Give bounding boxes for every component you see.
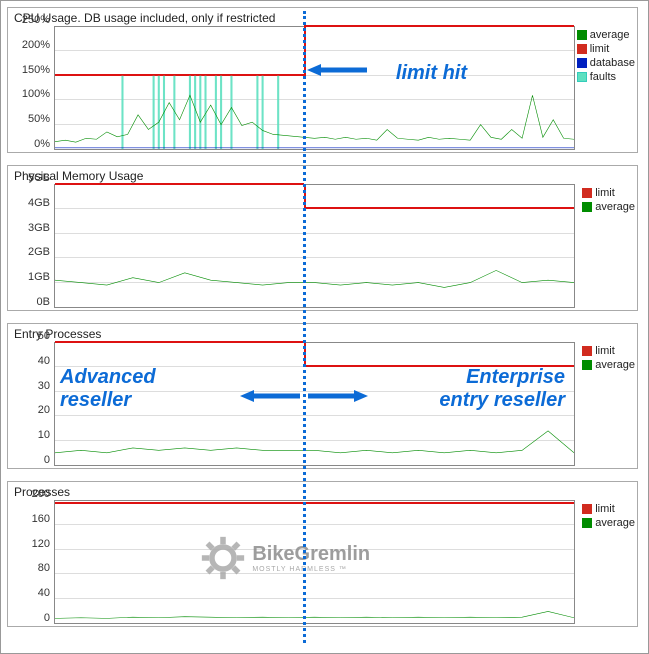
legend-item: limit [590, 42, 610, 56]
ytick: 3GB [8, 222, 50, 234]
legend-item: average [595, 358, 635, 372]
ytick: 200% [8, 39, 50, 51]
panel-title: Physical Memory Usage [8, 166, 637, 184]
panel-title: CPU Usage. DB usage included, only if re… [8, 8, 637, 26]
panel-entry-processes: Entry Processes 0 10 20 30 40 50 limit a… [7, 323, 638, 469]
ytick: 120 [8, 538, 50, 550]
ytick: 10 [8, 429, 50, 441]
ytick: 0% [8, 138, 50, 150]
ytick: 40 [8, 587, 50, 599]
ytick: 50% [8, 113, 50, 125]
watermark: BikeGremlin MOSTLY HARMLESS ™ [200, 535, 370, 581]
ytick: 50 [8, 330, 50, 342]
ytick: 5GB [8, 172, 50, 184]
legend: average limit database faults [577, 28, 635, 84]
legend-item: faults [590, 70, 616, 84]
ytick: 20 [8, 404, 50, 416]
ytick: 1GB [8, 271, 50, 283]
arrow-left-icon [307, 63, 367, 77]
legend-item: average [595, 516, 635, 530]
plot-area [54, 26, 575, 150]
plot-area [54, 184, 575, 308]
panel-processes: Processes 0 40 80 120 160 200 limit aver… [7, 481, 638, 627]
ytick: 80 [8, 562, 50, 574]
annotation-left-plan: Advanced reseller [60, 366, 156, 412]
plot-area: BikeGremlin MOSTLY HARMLESS ™ [54, 500, 575, 624]
gear-icon [200, 535, 246, 581]
ytick: 100% [8, 88, 50, 100]
legend: limit average [582, 502, 635, 530]
legend: limit average [582, 186, 635, 214]
cpu-series [55, 27, 574, 149]
ytick: 250% [8, 14, 50, 26]
ytick: 4GB [8, 197, 50, 209]
arrow-left-icon [240, 389, 300, 403]
ytick: 30 [8, 380, 50, 392]
legend-item: database [590, 56, 635, 70]
plan-divider [303, 11, 306, 643]
panel-title: Processes [8, 482, 637, 500]
panel-title: Entry Processes [8, 324, 637, 342]
legend-item: limit [595, 502, 615, 516]
annotation-limit-hit: limit hit [396, 62, 467, 85]
legend: limit average [582, 344, 635, 372]
panel-cpu: CPU Usage. DB usage included, only if re… [7, 7, 638, 153]
mem-series [55, 185, 574, 307]
ytick: 0 [8, 454, 50, 466]
legend-item: limit [595, 186, 615, 200]
ytick: 0B [8, 296, 50, 308]
arrow-right-icon [308, 389, 368, 403]
watermark-name: BikeGremlin [252, 543, 370, 566]
ytick: 2GB [8, 246, 50, 258]
legend-item: average [595, 200, 635, 214]
watermark-sub: MOSTLY HARMLESS ™ [252, 566, 370, 573]
annotation-right-plan: Enterprise entry reseller [439, 366, 565, 412]
dashboard: CPU Usage. DB usage included, only if re… [0, 0, 649, 654]
ytick: 150% [8, 64, 50, 76]
ytick: 200 [8, 488, 50, 500]
ytick: 160 [8, 513, 50, 525]
ytick: 0 [8, 612, 50, 624]
panel-memory: Physical Memory Usage 0B 1GB 2GB 3GB 4GB… [7, 165, 638, 311]
legend-item: limit [595, 344, 615, 358]
legend-item: average [590, 28, 630, 42]
ytick: 40 [8, 355, 50, 367]
